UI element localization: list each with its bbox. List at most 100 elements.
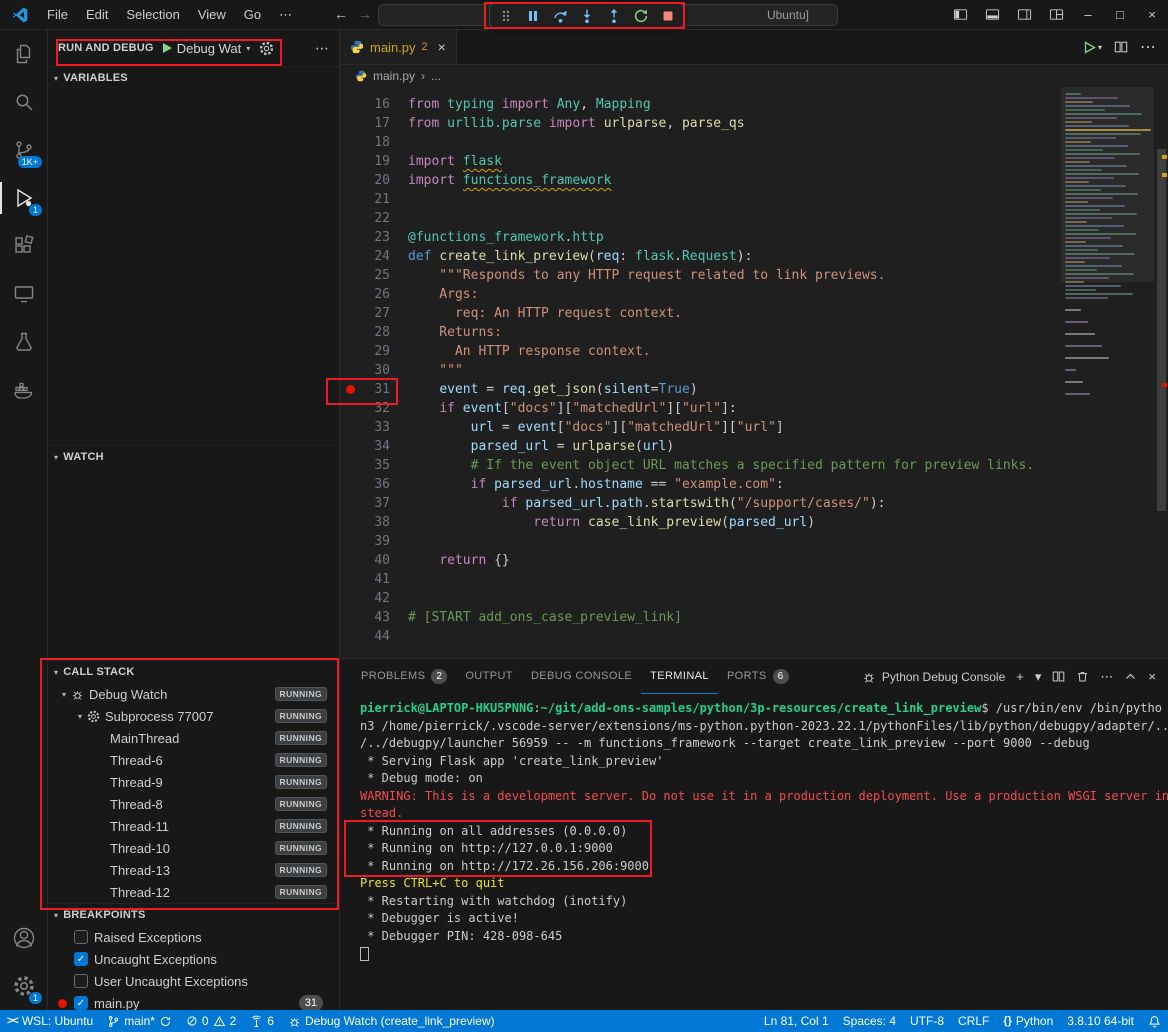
- step-into-icon[interactable]: [574, 5, 599, 26]
- gutter-breakpoint-slot[interactable]: [340, 608, 360, 627]
- sidebar-item-search[interactable]: [0, 78, 47, 126]
- breakpoint-dot[interactable]: [340, 380, 360, 399]
- tab-close-icon[interactable]: ×: [438, 39, 446, 55]
- terminal-output[interactable]: pierrick@LAPTOP-HKU5PNNG:~/git/add-ons-s…: [340, 694, 1168, 963]
- remote-indicator[interactable]: >< WSL: Ubuntu: [0, 1010, 100, 1032]
- forwarded-ports-indicator[interactable]: 6: [243, 1010, 281, 1032]
- kill-terminal-icon[interactable]: [1076, 670, 1089, 683]
- code-line[interactable]: 29 An HTTP response context.: [340, 342, 1168, 361]
- panel-tab-ports[interactable]: PORTS6: [718, 659, 798, 694]
- split-editor-button[interactable]: [1114, 40, 1128, 54]
- call-stack-item[interactable]: ▾Subprocess 77007RUNNING: [48, 705, 339, 727]
- call-stack-item[interactable]: Thread-12RUNNING: [48, 881, 339, 903]
- code-line[interactable]: 16from typing import Any, Mapping: [340, 95, 1168, 114]
- debug-settings-gear-icon[interactable]: [259, 41, 274, 56]
- breakpoint-item[interactable]: ✓Uncaught Exceptions: [48, 948, 339, 970]
- minimize-button[interactable]: –: [1072, 0, 1104, 30]
- breakpoint-checkbox[interactable]: ✓: [74, 996, 88, 1010]
- views-more-actions-icon[interactable]: ⋯: [315, 40, 329, 57]
- code-line[interactable]: 34 parsed_url = urlparse(url): [340, 437, 1168, 456]
- code-line[interactable]: 43# [START add_ons_case_preview_link]: [340, 608, 1168, 627]
- new-terminal-button[interactable]: +: [1016, 669, 1024, 684]
- code-line[interactable]: 41: [340, 570, 1168, 589]
- split-terminal-button[interactable]: [1052, 670, 1065, 683]
- gutter-breakpoint-slot[interactable]: [340, 304, 360, 323]
- code-line[interactable]: 19import flask: [340, 152, 1168, 171]
- code-line[interactable]: 30 """: [340, 361, 1168, 380]
- code-line[interactable]: 17from urllib.parse import urlparse, par…: [340, 114, 1168, 133]
- code-line[interactable]: 27 req: An HTTP request context.: [340, 304, 1168, 323]
- sidebar-item-extensions[interactable]: [0, 222, 47, 270]
- section-header-variables[interactable]: ▾ VARIABLES: [48, 67, 339, 89]
- call-stack-item[interactable]: Thread-11RUNNING: [48, 815, 339, 837]
- code-line[interactable]: 24def create_link_preview(req: flask.Req…: [340, 247, 1168, 266]
- call-stack-item[interactable]: Thread-6RUNNING: [48, 749, 339, 771]
- code-line[interactable]: 37 if parsed_url.path.startswith("/suppo…: [340, 494, 1168, 513]
- code-line[interactable]: 44: [340, 627, 1168, 646]
- code-line[interactable]: 40 return {}: [340, 551, 1168, 570]
- customize-layout-icon[interactable]: [1040, 0, 1072, 30]
- gutter-breakpoint-slot[interactable]: [340, 475, 360, 494]
- gutter-breakpoint-slot[interactable]: [340, 342, 360, 361]
- call-stack-item[interactable]: ▾Debug WatchRUNNING: [48, 683, 339, 705]
- code-line[interactable]: 25 """Responds to any HTTP request relat…: [340, 266, 1168, 285]
- terminal-dropdown-icon[interactable]: ▾: [1035, 669, 1042, 685]
- code-line[interactable]: 42: [340, 589, 1168, 608]
- sidebar-item-remote-explorer[interactable]: [0, 270, 47, 318]
- forward-button[interactable]: →: [358, 6, 372, 22]
- stop-icon[interactable]: [655, 5, 680, 26]
- terminal-profile-selector[interactable]: Python Debug Console: [862, 670, 1005, 684]
- menu-view[interactable]: View: [189, 0, 235, 30]
- call-stack-item[interactable]: Thread-10RUNNING: [48, 837, 339, 859]
- close-window-button[interactable]: ×: [1136, 0, 1168, 30]
- gutter-breakpoint-slot[interactable]: [340, 589, 360, 608]
- gutter-breakpoint-slot[interactable]: [340, 570, 360, 589]
- code-line[interactable]: 21: [340, 190, 1168, 209]
- scrollbar-thumb[interactable]: [1157, 149, 1166, 511]
- gutter-breakpoint-slot[interactable]: [340, 418, 360, 437]
- gutter-breakpoint-slot[interactable]: [340, 323, 360, 342]
- encoding-indicator[interactable]: UTF-8: [903, 1010, 951, 1032]
- code-line[interactable]: 33 url = event["docs"]["matchedUrl"]["ur…: [340, 418, 1168, 437]
- toggle-secondary-sidebar-icon[interactable]: [1008, 0, 1040, 30]
- breakpoint-item[interactable]: User Uncaught Exceptions: [48, 970, 339, 992]
- panel-tab-terminal[interactable]: TERMINAL: [641, 659, 718, 694]
- close-panel-icon[interactable]: ×: [1148, 669, 1156, 684]
- code-line[interactable]: 36 if parsed_url.hostname == "example.co…: [340, 475, 1168, 494]
- menu-go[interactable]: Go: [235, 0, 270, 30]
- toggle-sidebar-icon[interactable]: [944, 0, 976, 30]
- code-line[interactable]: 18: [340, 133, 1168, 152]
- toolbar-drag-grip[interactable]: [493, 5, 518, 26]
- section-header-breakpoints[interactable]: ▾ BREAKPOINTS: [48, 904, 339, 926]
- gutter-breakpoint-slot[interactable]: [340, 456, 360, 475]
- code-line[interactable]: 23@functions_framework.http: [340, 228, 1168, 247]
- code-line[interactable]: 35 # If the event object URL matches a s…: [340, 456, 1168, 475]
- gutter-breakpoint-slot[interactable]: [340, 627, 360, 646]
- call-stack-item[interactable]: Thread-8RUNNING: [48, 793, 339, 815]
- code-area[interactable]: 16from typing import Any, Mapping17from …: [340, 87, 1168, 658]
- gutter-breakpoint-slot[interactable]: [340, 190, 360, 209]
- panel-tab-debug-console[interactable]: DEBUG CONSOLE: [522, 659, 641, 694]
- run-python-file-button[interactable]: ▾: [1083, 41, 1102, 54]
- language-indicator[interactable]: {} Python: [996, 1010, 1060, 1032]
- breakpoint-checkbox[interactable]: [74, 974, 88, 988]
- gutter-breakpoint-slot[interactable]: [340, 114, 360, 133]
- indentation-indicator[interactable]: Spaces: 4: [836, 1010, 903, 1032]
- gutter-breakpoint-slot[interactable]: [340, 513, 360, 532]
- gutter-breakpoint-slot[interactable]: [340, 209, 360, 228]
- minimap[interactable]: [1061, 87, 1154, 658]
- toggle-panel-icon[interactable]: [976, 0, 1008, 30]
- gutter-breakpoint-slot[interactable]: [340, 285, 360, 304]
- python-interpreter-indicator[interactable]: 3.8.10 64-bit: [1060, 1010, 1141, 1032]
- call-stack-item[interactable]: MainThreadRUNNING: [48, 727, 339, 749]
- gutter-breakpoint-slot[interactable]: [340, 152, 360, 171]
- editor-more-actions-icon[interactable]: ⋯: [1140, 37, 1156, 57]
- menu-selection[interactable]: Selection: [117, 0, 188, 30]
- gutter-breakpoint-slot[interactable]: [340, 399, 360, 418]
- gutter-breakpoint-slot[interactable]: [340, 361, 360, 380]
- start-debugging-button[interactable]: Debug Wat ▾: [161, 41, 251, 56]
- code-line[interactable]: 26 Args:: [340, 285, 1168, 304]
- sidebar-item-account[interactable]: [0, 914, 47, 962]
- sidebar-item-explorer[interactable]: [0, 30, 47, 78]
- code-line[interactable]: 28 Returns:: [340, 323, 1168, 342]
